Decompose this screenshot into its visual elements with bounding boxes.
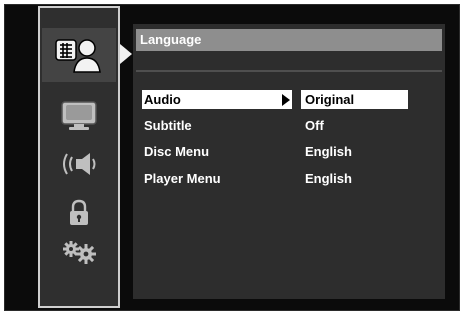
menu-row-value: Off — [305, 118, 324, 133]
menu-row-subtitle[interactable]: Subtitle Off — [142, 116, 408, 135]
menu-row-label: Audio — [142, 90, 292, 109]
menu-row-disc-menu[interactable]: Disc Menu English — [142, 142, 408, 161]
active-menu-pointer — [120, 44, 132, 64]
audio-icon — [63, 153, 96, 175]
sidebar-item-parental-lock[interactable] — [40, 198, 118, 233]
menu-row-label: Player Menu — [144, 171, 221, 186]
menu-row-value: English — [305, 144, 352, 159]
lock-icon — [70, 199, 88, 225]
menu-row-player-menu[interactable]: Player Menu English — [142, 169, 408, 188]
settings-sidebar — [38, 6, 120, 308]
sidebar-item-settings[interactable] — [40, 238, 118, 271]
menu-row-value: Original — [301, 90, 408, 109]
menu-row-audio[interactable]: Audio Original — [142, 90, 408, 109]
language-icon — [55, 39, 101, 73]
display-icon — [61, 101, 97, 130]
row-select-arrow-icon — [282, 94, 290, 106]
panel-separator — [136, 70, 442, 72]
menu-row-value: English — [305, 171, 352, 186]
sidebar-item-audio[interactable] — [40, 148, 118, 185]
sidebar-item-language[interactable] — [40, 34, 118, 79]
panel-title: Language — [136, 29, 442, 51]
language-panel — [133, 24, 445, 299]
sidebar-item-display[interactable] — [40, 100, 118, 137]
menu-row-label: Subtitle — [144, 118, 192, 133]
settings-icon — [63, 241, 96, 264]
menu-row-label: Disc Menu — [144, 144, 210, 159]
